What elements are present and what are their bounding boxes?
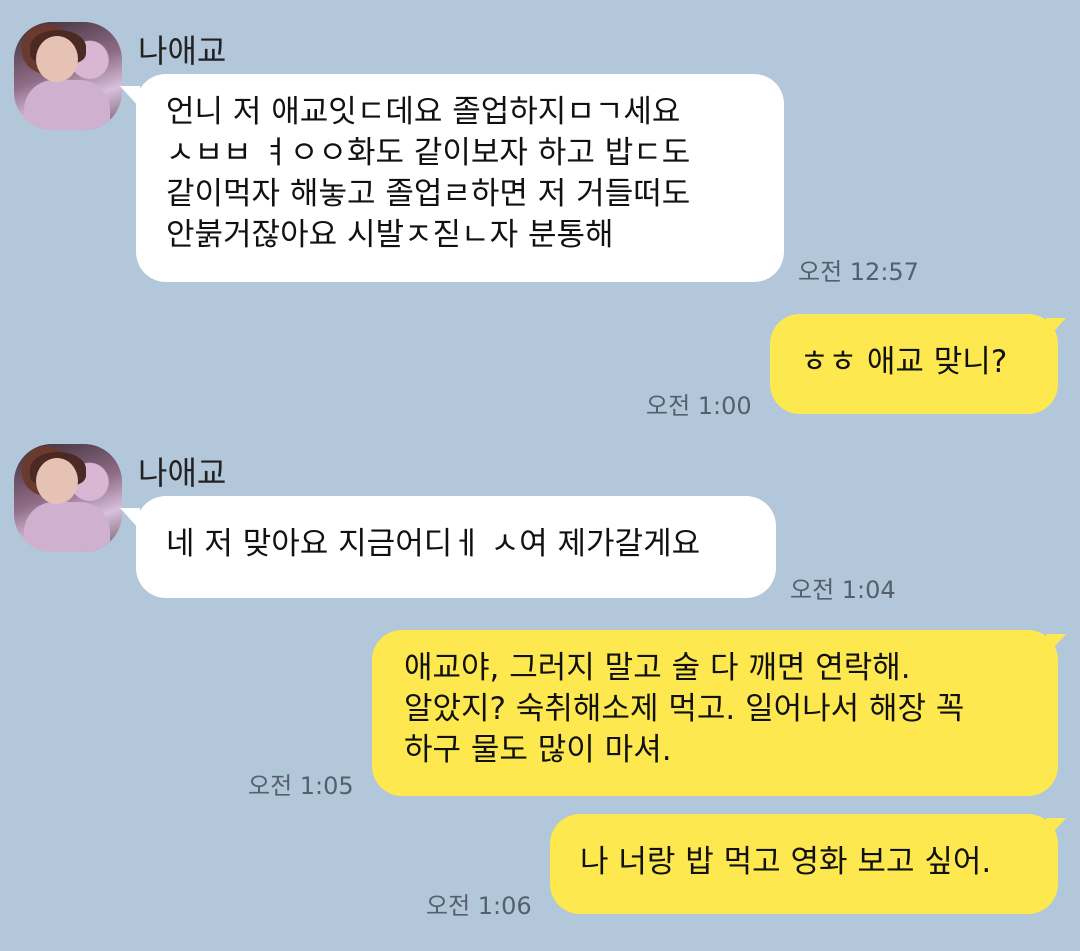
bubble-tail xyxy=(1046,318,1066,340)
bubble-tail xyxy=(1046,818,1066,840)
message-bubble[interactable]: ㅎㅎ 애교 맞니? xyxy=(770,314,1058,414)
avatar-photo-cloth xyxy=(24,80,110,130)
message-time: 오전 1:00 xyxy=(646,392,752,420)
sender-name: 나애교 xyxy=(138,32,227,70)
avatar-photo-cloth xyxy=(24,502,110,552)
message-time: 오전 12:57 xyxy=(798,258,919,286)
bubble-tail xyxy=(1046,634,1066,656)
avatar-photo-face xyxy=(36,458,78,504)
message-bubble[interactable]: 나 너랑 밥 먹고 영화 보고 싶어. xyxy=(550,814,1058,914)
message-time: 오전 1:05 xyxy=(248,772,354,800)
sender-avatar[interactable] xyxy=(14,444,122,552)
sender-avatar[interactable] xyxy=(14,22,122,130)
avatar-photo-face xyxy=(36,36,78,82)
message-time: 오전 1:04 xyxy=(790,576,896,604)
message-bubble[interactable]: 언니 저 애교잇ㄷ데요 졸업하지ㅁㄱ세요 ㅅㅂㅂ ㅕㅇㅇ화도 같이보자 하고 밥… xyxy=(136,74,784,282)
message-time: 오전 1:06 xyxy=(426,892,532,920)
message-bubble[interactable]: 네 저 맞아요 지금어디ㅔ ㅅ여 제가갈게요 xyxy=(136,496,776,598)
message-bubble[interactable]: 애교야, 그러지 말고 술 다 깨면 연락해. 알았지? 숙취해소제 먹고. 일… xyxy=(372,630,1058,796)
sender-name: 나애교 xyxy=(138,454,227,492)
